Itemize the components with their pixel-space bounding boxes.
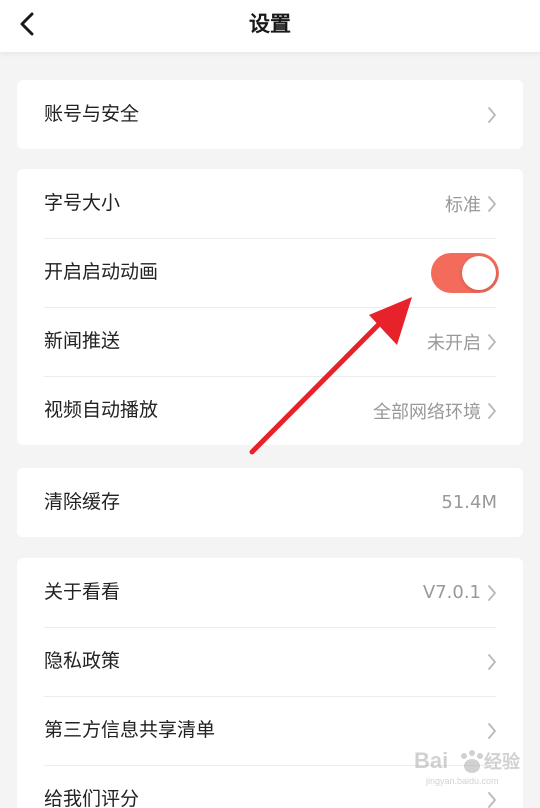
baidu-jingyan-watermark: Bai 经验 jingyan.baidu.com	[414, 748, 521, 786]
row-clear-cache[interactable]: 清除缓存 51.4M	[17, 468, 523, 537]
row-label: 字号大小	[44, 192, 121, 214]
row-privacy-policy[interactable]: 隐私政策	[17, 627, 523, 696]
row-launch-animation: 开启启动动画	[17, 238, 523, 307]
chevron-right-icon	[487, 402, 497, 420]
row-account-security[interactable]: 账号与安全	[17, 80, 523, 149]
launch-animation-toggle[interactable]	[431, 252, 499, 293]
chevron-right-icon	[487, 653, 497, 671]
row-label: 视频自动播放	[44, 399, 159, 421]
top-bar: 设置	[0, 0, 540, 52]
row-label: 新闻推送	[44, 330, 121, 352]
row-font-size[interactable]: 字号大小 标准	[17, 169, 523, 238]
row-value: 全部网络环境	[373, 401, 481, 423]
page-title: 设置	[249, 12, 291, 36]
row-about[interactable]: 关于看看 V7.0.1	[17, 558, 523, 627]
chevron-right-icon	[487, 791, 497, 808]
row-value: 标准	[445, 194, 481, 216]
row-label: 第三方信息共享清单	[44, 719, 216, 741]
row-label: 清除缓存	[44, 491, 121, 513]
row-label: 隐私政策	[44, 650, 121, 672]
chevron-right-icon	[487, 195, 497, 213]
chevron-right-icon	[487, 584, 497, 602]
chevron-right-icon	[487, 333, 497, 351]
chevron-right-icon	[487, 106, 497, 124]
svg-text:jingyan.baidu.com: jingyan.baidu.com	[425, 776, 499, 786]
version-value: V7.0.1	[422, 582, 481, 603]
toggle-knob	[462, 255, 496, 290]
row-label: 给我们评分	[44, 788, 140, 808]
settings-group-cache: 清除缓存 51.4M	[17, 468, 523, 537]
row-value: 未开启	[427, 332, 481, 354]
row-news-push[interactable]: 新闻推送 未开启	[17, 307, 523, 376]
row-video-autoplay[interactable]: 视频自动播放 全部网络环境	[17, 376, 523, 445]
row-label: 关于看看	[44, 581, 121, 603]
cache-size-value: 51.4M	[441, 492, 497, 513]
settings-group-account: 账号与安全	[17, 80, 523, 149]
settings-group-display: 字号大小 标准 开启启动动画 新闻推送 未开启 视频自动播放 全部网络环境	[17, 169, 523, 445]
svg-text:经验: 经验	[484, 751, 521, 773]
row-label: 开启启动动画	[44, 261, 159, 283]
row-label: 账号与安全	[44, 103, 140, 125]
svg-text:Bai: Bai	[414, 748, 448, 773]
chevron-right-icon	[487, 722, 497, 740]
